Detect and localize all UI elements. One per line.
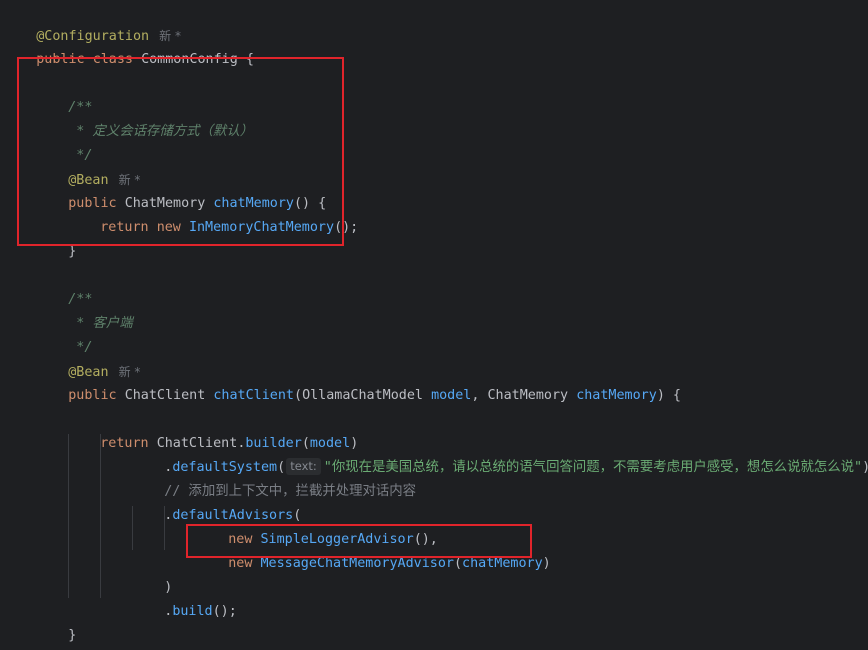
code-line-11[interactable]: * 客户端	[36, 288, 132, 331]
code-editor[interactable]: @Configuration 新 * public class CommonCon…	[0, 0, 868, 650]
method-name: chatClient	[213, 388, 294, 403]
code-line-23[interactable]: }	[36, 600, 76, 643]
code-line-15[interactable]: return ChatClient.builder(model)	[68, 408, 358, 451]
close-brace: }	[68, 244, 77, 259]
indent-guide	[100, 434, 101, 598]
statement-rest: ();	[212, 604, 237, 619]
code-line-21[interactable]: )	[132, 552, 172, 595]
code-line-10[interactable]: /**	[36, 264, 92, 307]
code-line-18[interactable]: .defaultAdvisors(	[132, 480, 301, 523]
code-line-24[interactable]: }	[4, 624, 44, 648]
comma: ,	[471, 388, 480, 403]
code-line-16[interactable]: .defaultSystem(text: "你现在是美国总统，请以总统的语气回答问…	[132, 432, 868, 475]
keyword-new: new	[228, 556, 253, 571]
code-line-1[interactable]: @Configuration 新 *	[4, 0, 181, 44]
param-type: ChatMemory	[487, 388, 569, 403]
method-call: build	[172, 604, 213, 619]
highlight-box-memory-advisor	[186, 524, 532, 558]
keyword-public: public	[68, 388, 117, 403]
constructor-name: MessageChatMemoryAdvisor	[260, 556, 454, 571]
code-line-13[interactable]: @Bean 新 *	[36, 336, 140, 380]
code-line-14[interactable]: public ChatClient chatClient(OllamaChatM…	[36, 360, 681, 403]
paren-open: (	[453, 556, 463, 571]
code-line-2[interactable]: public class CommonConfig {	[4, 24, 254, 67]
paren-close: ) {	[656, 388, 681, 403]
param-name: model	[431, 388, 472, 403]
param-type: OllamaChatModel	[302, 388, 423, 403]
param-name: chatMemory	[576, 388, 657, 403]
highlight-box-chatmemory-bean	[17, 57, 344, 246]
return-type: ChatClient	[124, 388, 206, 403]
code-line-12[interactable]: */	[36, 312, 92, 355]
argument: chatMemory	[462, 556, 543, 571]
code-line-17[interactable]: // 添加到上下文中，拦截并处理对话内容	[132, 456, 416, 499]
code-line-22[interactable]: .build();	[132, 576, 237, 619]
paren-close: )	[542, 556, 551, 571]
paren-open: (	[294, 388, 303, 403]
close-brace: }	[68, 628, 77, 643]
paren-close: )	[862, 460, 868, 475]
